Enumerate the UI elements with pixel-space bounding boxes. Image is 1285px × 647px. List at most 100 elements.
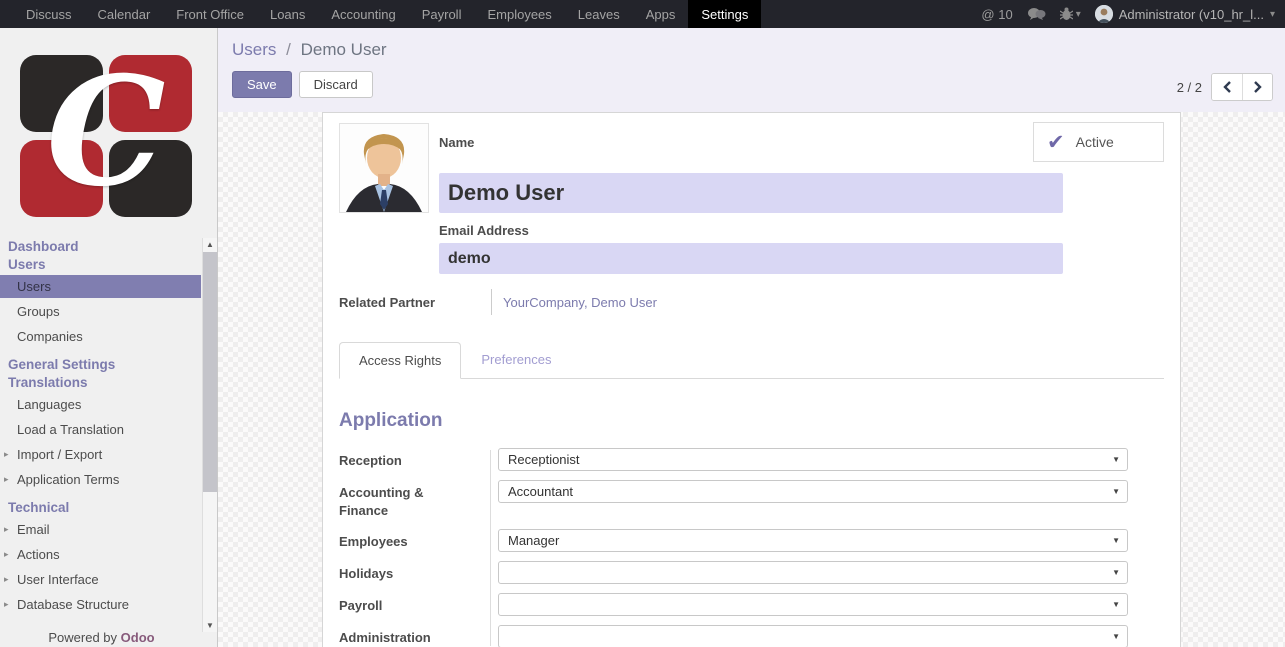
menu-discuss[interactable]: Discuss	[13, 0, 85, 28]
employees-select[interactable]: Manager ▼	[498, 529, 1128, 552]
reception-label: Reception	[339, 448, 490, 470]
sidebar-item-database-structure[interactable]: ▸ Database Structure	[0, 592, 201, 617]
sidebar-scrollbar[interactable]: ▲ ▼	[202, 238, 217, 632]
employees-label: Employees	[339, 529, 490, 551]
sidebar-item-label: Application Terms	[17, 472, 119, 487]
breadcrumb-separator: /	[281, 40, 296, 59]
holidays-select[interactable]: ▼	[498, 561, 1128, 584]
powered-by-label: Powered by	[48, 630, 117, 645]
employees-select-value: Manager	[508, 533, 559, 548]
scroll-down-icon[interactable]: ▼	[203, 619, 217, 632]
menu-front-office[interactable]: Front Office	[163, 0, 257, 28]
related-partner-link[interactable]: YourCompany, Demo User	[503, 295, 657, 310]
user-menu-caret-icon: ▾	[1270, 9, 1275, 20]
sidebar-item-import-export[interactable]: ▸ Import / Export	[0, 442, 201, 467]
settings-sidebar: C Dashboard Users Users Groups Companies…	[0, 28, 218, 647]
active-toggle[interactable]: ✔ Active	[1033, 122, 1164, 162]
user-menu[interactable]: Administrator (v10_hr_l... ▾	[1095, 5, 1275, 23]
breadcrumb-users-link[interactable]: Users	[232, 40, 276, 59]
previous-record-button[interactable]	[1212, 74, 1242, 100]
sidebar-item-label: Database Structure	[17, 597, 129, 612]
menu-loans[interactable]: Loans	[257, 0, 318, 28]
sidebar-item-application-terms[interactable]: ▸ Application Terms	[0, 467, 201, 492]
control-panel: Users / Demo User Save Discard 2 / 2	[218, 28, 1285, 112]
payroll-select[interactable]: ▼	[498, 593, 1128, 616]
scrollbar-thumb[interactable]	[203, 252, 217, 492]
user-name-label: Administrator (v10_hr_l...	[1119, 7, 1264, 22]
check-icon: ✔	[1047, 132, 1065, 153]
dropdown-caret-icon: ▼	[1112, 633, 1120, 641]
scroll-up-icon[interactable]: ▲	[203, 238, 217, 251]
sidebar-header-general-settings[interactable]: General Settings	[0, 356, 201, 374]
dropdown-caret-icon: ▼	[1112, 488, 1120, 496]
active-label: Active	[1076, 134, 1114, 150]
next-record-button[interactable]	[1242, 74, 1272, 100]
sidebar-item-actions[interactable]: ▸ Actions	[0, 542, 201, 567]
expand-caret-icon: ▸	[4, 517, 9, 542]
breadcrumb-current: Demo User	[301, 40, 387, 59]
user-photo[interactable]	[339, 123, 429, 213]
reception-select[interactable]: Receptionist ▼	[498, 448, 1128, 471]
holidays-label: Holidays	[339, 561, 490, 583]
menu-employees[interactable]: Employees	[474, 0, 564, 28]
messages-icon[interactable]	[1027, 7, 1046, 21]
menu-leaves[interactable]: Leaves	[565, 0, 633, 28]
menu-settings[interactable]: Settings	[688, 0, 761, 28]
accounting-finance-select[interactable]: Accountant ▼	[498, 480, 1128, 503]
pager-value: 2 / 2	[1177, 80, 1202, 95]
sidebar-header-users[interactable]: Users	[0, 256, 201, 274]
accounting-finance-select-value: Accountant	[508, 484, 573, 499]
breadcrumb: Users / Demo User	[232, 40, 1285, 60]
sidebar-header-technical[interactable]: Technical	[0, 499, 201, 517]
save-button[interactable]: Save	[232, 71, 292, 98]
discard-button[interactable]: Discard	[299, 71, 373, 98]
administration-select[interactable]: ▼	[498, 625, 1128, 647]
mention-counter[interactable]: @ 10	[981, 7, 1012, 22]
sidebar-item-load-translation[interactable]: Load a Translation	[0, 417, 201, 442]
tab-preferences[interactable]: Preferences	[462, 342, 570, 378]
user-form-sheet: Name Demo User Email Address demo ✔ Acti…	[322, 112, 1181, 647]
chat-bubbles-icon	[1027, 7, 1046, 21]
expand-caret-icon: ▸	[4, 542, 9, 567]
menu-accounting[interactable]: Accounting	[318, 0, 408, 28]
label-separator	[491, 289, 492, 315]
sidebar-header-translations[interactable]: Translations	[0, 374, 201, 392]
notebook-tabs: Access Rights Preferences	[339, 342, 1164, 379]
form-view-background: Name Demo User Email Address demo ✔ Acti…	[218, 112, 1285, 647]
chevron-right-icon	[1253, 81, 1262, 93]
top-navigation-bar: Discuss Calendar Front Office Loans Acco…	[0, 0, 1285, 28]
sidebar-item-languages[interactable]: Languages	[0, 392, 201, 417]
administration-label: Administration	[339, 625, 490, 647]
expand-caret-icon: ▸	[4, 592, 9, 617]
related-partner-label: Related Partner	[339, 295, 491, 310]
sidebar-header-dashboard[interactable]: Dashboard	[0, 238, 201, 256]
menu-payroll[interactable]: Payroll	[409, 0, 475, 28]
sidebar-item-groups[interactable]: Groups	[0, 299, 201, 324]
sidebar-item-users[interactable]: Users	[0, 275, 201, 298]
application-group: Reception Receptionist ▼ Accounting & Fi…	[339, 448, 1164, 647]
dropdown-caret-icon: ▼	[1112, 456, 1120, 464]
company-logo: C	[20, 55, 192, 219]
sidebar-item-label: Actions	[17, 547, 60, 562]
menu-apps[interactable]: Apps	[633, 0, 689, 28]
odoo-brand-link[interactable]: Odoo	[121, 630, 155, 645]
sidebar-item-label: Import / Export	[17, 447, 102, 462]
reception-select-value: Receptionist	[508, 452, 580, 467]
menu-calendar[interactable]: Calendar	[85, 0, 164, 28]
logo-letter-c: C	[46, 57, 165, 207]
powered-by-odoo: Powered by Odoo	[0, 630, 203, 645]
payroll-label: Payroll	[339, 593, 490, 615]
application-section-title: Application	[339, 410, 1164, 432]
email-input[interactable]: demo	[439, 243, 1063, 274]
debug-menu[interactable]: ▾	[1060, 7, 1081, 21]
record-pager: 2 / 2	[1177, 73, 1273, 101]
email-label: Email Address	[439, 223, 1164, 238]
sidebar-item-companies[interactable]: Companies	[0, 324, 201, 349]
sidebar-item-label: Email	[17, 522, 50, 537]
name-input[interactable]: Demo User	[439, 173, 1063, 213]
tab-access-rights[interactable]: Access Rights	[339, 342, 461, 379]
dropdown-caret-icon: ▼	[1112, 601, 1120, 609]
sidebar-item-user-interface[interactable]: ▸ User Interface	[0, 567, 201, 592]
user-photo-image	[340, 124, 428, 212]
sidebar-item-email[interactable]: ▸ Email	[0, 517, 201, 542]
